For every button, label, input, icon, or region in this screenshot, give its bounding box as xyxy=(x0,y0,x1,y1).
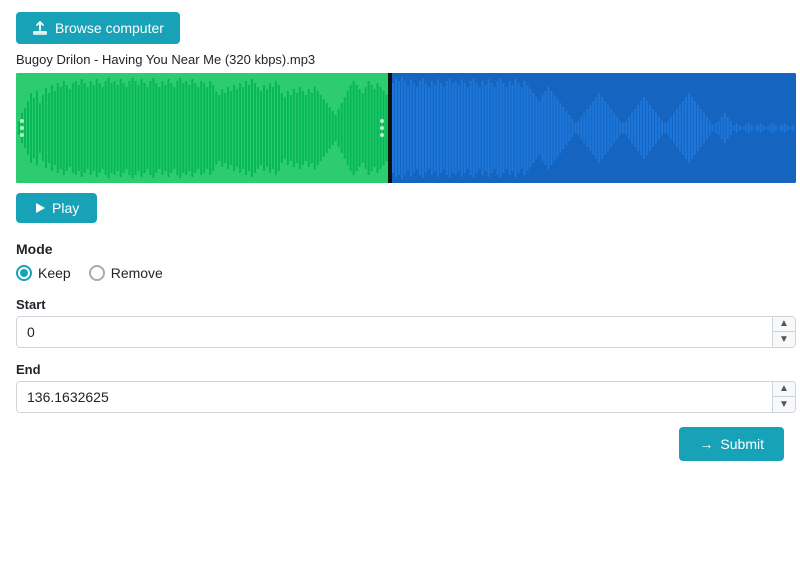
end-input-wrapper: ▲ ▼ xyxy=(16,381,796,413)
mode-keep-label: Keep xyxy=(38,265,71,281)
play-button[interactable]: Play xyxy=(16,193,97,223)
mode-remove-option[interactable]: Remove xyxy=(89,265,163,281)
end-increment-button[interactable]: ▲ xyxy=(773,382,795,397)
start-field-group: Start ▲ ▼ xyxy=(16,297,784,348)
file-name: Bugoy Drilon - Having You Near Me (320 k… xyxy=(16,52,784,67)
start-label: Start xyxy=(16,297,784,312)
end-decrement-button[interactable]: ▼ xyxy=(773,397,795,412)
mode-keep-option[interactable]: Keep xyxy=(16,265,71,281)
waveform-left xyxy=(16,73,388,183)
end-label: End xyxy=(16,362,784,377)
browse-button[interactable]: Browse computer xyxy=(16,12,180,44)
mode-label: Mode xyxy=(16,241,784,257)
waveform-container xyxy=(16,73,796,183)
waveform-left-svg xyxy=(16,73,388,183)
mode-remove-radio[interactable] xyxy=(89,265,105,281)
mode-radio-group: Keep Remove xyxy=(16,265,784,281)
mode-remove-label: Remove xyxy=(111,265,163,281)
start-input-wrapper: ▲ ▼ xyxy=(16,316,796,348)
waveform-left-handle[interactable] xyxy=(20,119,24,137)
submit-button-label: Submit xyxy=(720,436,764,452)
play-button-label: Play xyxy=(52,200,79,216)
submit-button[interactable]: → Submit xyxy=(679,427,784,461)
play-icon xyxy=(34,202,46,214)
waveform-selection-right-handle[interactable] xyxy=(380,119,384,137)
upload-icon xyxy=(32,20,48,36)
start-input[interactable] xyxy=(17,317,772,347)
end-spinner: ▲ ▼ xyxy=(772,382,795,412)
start-spinner: ▲ ▼ xyxy=(772,317,795,347)
start-decrement-button[interactable]: ▼ xyxy=(773,332,795,347)
browse-button-label: Browse computer xyxy=(55,20,164,36)
end-field-group: End ▲ ▼ xyxy=(16,362,784,413)
mode-keep-radio[interactable] xyxy=(16,265,32,281)
end-input[interactable] xyxy=(17,382,772,412)
waveform-right xyxy=(392,73,796,183)
start-increment-button[interactable]: ▲ xyxy=(773,317,795,332)
arrow-right-icon: → xyxy=(699,436,713,452)
waveform-right-svg xyxy=(392,73,796,183)
submit-row: → Submit xyxy=(16,427,784,461)
